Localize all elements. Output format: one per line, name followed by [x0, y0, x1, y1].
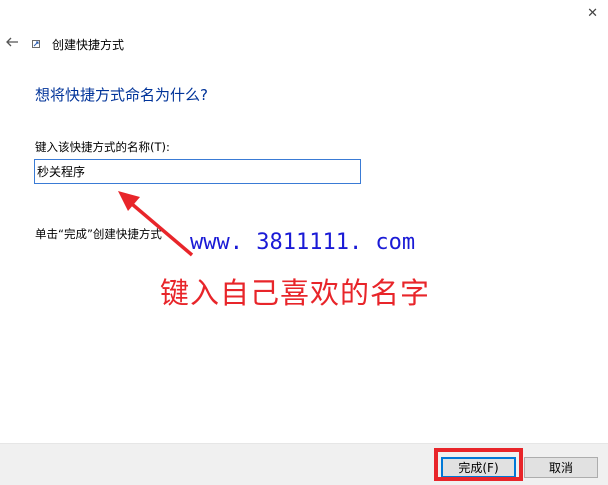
cancel-button[interactable]: 取消 — [524, 457, 598, 478]
back-arrow-icon[interactable] — [4, 34, 20, 50]
shortcut-name-label: 键入该快捷方式的名称(T): — [35, 140, 170, 154]
create-shortcut-dialog: ✕ 创建快捷方式 想将快捷方式命名为什么? 键入该快捷方式的名称(T): 单击“… — [0, 0, 608, 485]
site-watermark: www. 3811111. com — [190, 230, 416, 255]
page-heading: 想将快捷方式命名为什么? — [35, 86, 208, 104]
shortcut-name-input[interactable] — [34, 159, 361, 184]
finish-button[interactable]: 完成(F) — [441, 457, 516, 478]
dialog-footer: 完成(F) 取消 — [0, 443, 608, 485]
annotation-text: 键入自己喜欢的名字 — [160, 276, 431, 310]
close-icon[interactable]: ✕ — [587, 6, 598, 21]
window-title: 创建快捷方式 — [52, 38, 125, 52]
shortcut-icon — [32, 40, 40, 48]
